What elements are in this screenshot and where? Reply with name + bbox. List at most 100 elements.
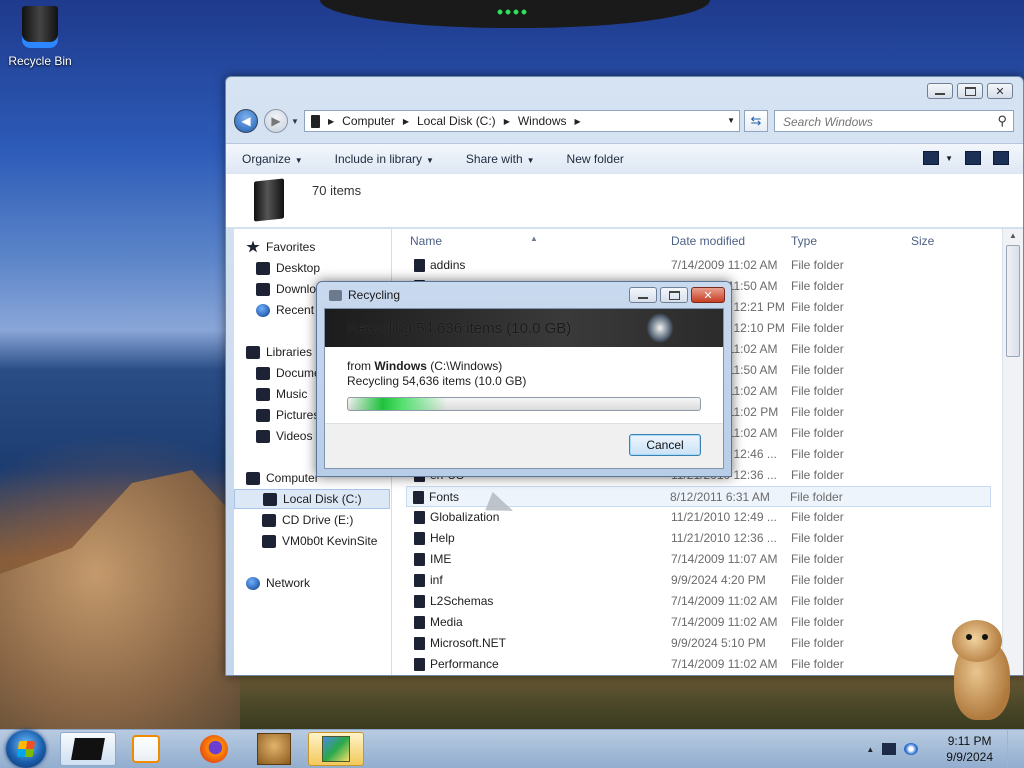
breadcrumb-separator-icon[interactable]: ▶ xyxy=(328,117,334,126)
search-box[interactable]: ⚲ xyxy=(774,110,1014,132)
change-view-icon[interactable] xyxy=(923,151,940,165)
taskbar-recycling-task[interactable] xyxy=(308,732,364,766)
hamster-mascot[interactable] xyxy=(946,620,1016,722)
breadcrumb-windows[interactable]: Windows xyxy=(518,114,567,128)
organize-menu[interactable]: Organize ▼ xyxy=(242,152,303,166)
taskbar-media-player[interactable] xyxy=(118,732,174,766)
dialog-minimize-button[interactable] xyxy=(629,287,657,303)
table-row[interactable]: IME 7/14/2009 11:07 AM File folder xyxy=(408,549,991,570)
nav-network-drive[interactable]: VM0b0t KevinSite xyxy=(262,531,377,551)
column-type[interactable]: Type xyxy=(791,234,817,248)
nav-network[interactable]: Network xyxy=(246,573,310,593)
chevron-down-icon: ▼ xyxy=(426,156,434,165)
dialog-maximize-button[interactable] xyxy=(660,287,688,303)
chevron-down-icon[interactable]: ▼ xyxy=(945,154,953,163)
pictures-icon xyxy=(256,408,270,422)
clock-time: 9:11 PM xyxy=(947,734,992,748)
network-drive-icon xyxy=(262,534,276,548)
address-bar[interactable]: ▶ Computer ▶ Local Disk (C:) ▶ Windows ▶… xyxy=(304,110,740,132)
nav-computer[interactable]: Computer xyxy=(246,468,319,488)
scrollbar-thumb[interactable] xyxy=(1006,245,1020,357)
cell-type: File folder xyxy=(791,615,844,629)
nav-vm-label: VM0b0t KevinSite xyxy=(282,534,378,548)
minimize-button[interactable] xyxy=(927,83,953,99)
breadcrumb-separator-icon[interactable]: ▶ xyxy=(403,117,409,126)
breadcrumb-separator-icon[interactable]: ▶ xyxy=(504,117,510,126)
sort-ascending-icon: ▲ xyxy=(530,234,538,243)
back-button[interactable]: ◀ xyxy=(234,109,258,133)
preview-pane-icon[interactable] xyxy=(965,151,981,165)
search-input[interactable] xyxy=(781,112,985,132)
dialog-footer: Cancel xyxy=(325,423,723,468)
nav-favorites[interactable]: Favorites xyxy=(246,237,315,257)
table-row[interactable]: Help 11/21/2010 12:36 ... File folder xyxy=(408,528,991,549)
cancel-button[interactable]: Cancel xyxy=(629,434,701,456)
nav-pictures-label: Pictures xyxy=(276,408,320,422)
cell-date: 7/14/2009 11:02 AM xyxy=(671,258,778,272)
folder-icon xyxy=(414,637,425,650)
table-row[interactable]: L2Schemas 7/14/2009 11:02 AM File folder xyxy=(408,591,991,612)
downloads-icon xyxy=(256,282,270,296)
nav-libraries-label: Libraries xyxy=(266,345,313,359)
recent-pages-dropdown[interactable]: ▼ xyxy=(291,117,299,126)
address-dropdown-icon[interactable]: ▼ xyxy=(727,116,735,125)
nav-network-label: Network xyxy=(266,576,311,590)
address-row: ◀ ▶ ▼ ▶ Computer ▶ Local Disk (C:) ▶ Win… xyxy=(234,109,1015,135)
desktop-icon-recycle-bin[interactable]: Recycle Bin xyxy=(4,4,76,68)
cell-type: File folder xyxy=(791,384,844,398)
table-row[interactable]: Performance 7/14/2009 11:02 AM File folder xyxy=(408,654,991,675)
table-row[interactable]: inf 9/9/2024 4:20 PM File folder xyxy=(408,570,991,591)
nav-cd-drive[interactable]: CD Drive (E:) xyxy=(262,510,353,530)
documents-icon xyxy=(256,366,270,380)
dialog-close-button[interactable] xyxy=(691,287,725,303)
dialog-source: from Windows (C:\Windows) xyxy=(347,359,502,373)
taskbar-bonzi-box[interactable] xyxy=(246,732,302,766)
new-folder-button[interactable]: New folder xyxy=(567,152,624,166)
cell-date: 9/9/2024 5:10 PM xyxy=(671,636,766,650)
scroll-up-icon[interactable]: ▲ xyxy=(1009,231,1017,240)
cell-date: 7/14/2009 11:02 AM xyxy=(671,657,778,671)
clock[interactable]: 9:11 PM 9/9/2024 xyxy=(946,733,993,765)
breadcrumb-computer[interactable]: Computer xyxy=(342,114,395,128)
close-button[interactable] xyxy=(987,83,1013,99)
taskbar-firefox[interactable] xyxy=(186,732,242,766)
include-in-library-menu[interactable]: Include in library ▼ xyxy=(335,152,434,166)
column-name[interactable]: Name xyxy=(410,234,442,248)
nav-libraries[interactable]: Libraries xyxy=(246,342,312,362)
breadcrumb-separator-icon[interactable]: ▶ xyxy=(575,117,581,126)
help-icon[interactable] xyxy=(993,151,1009,165)
table-row[interactable]: Microsoft.NET 9/9/2024 5:10 PM File folder xyxy=(408,633,991,654)
hamster-eye xyxy=(982,634,988,640)
column-size[interactable]: Size xyxy=(911,234,934,248)
taskbar-explorer[interactable] xyxy=(60,732,116,766)
maximize-button[interactable] xyxy=(957,83,983,99)
table-row[interactable]: addins 7/14/2009 11:02 AM File folder xyxy=(408,255,991,276)
show-hidden-icons-icon[interactable]: ▲ xyxy=(866,745,874,754)
item-count: 70 items xyxy=(312,183,362,198)
explorer-window-controls xyxy=(927,83,1013,99)
forward-button[interactable]: ▶ xyxy=(264,109,288,133)
refresh-button[interactable]: ⇆ xyxy=(744,110,768,132)
folder-icon xyxy=(414,553,425,566)
vertical-scrollbar[interactable]: ▲ xyxy=(1002,229,1023,675)
column-date-modified[interactable]: Date modified xyxy=(671,234,745,248)
hamster-box-icon xyxy=(257,733,291,765)
table-row[interactable]: Media 7/14/2009 11:02 AM File folder xyxy=(408,612,991,633)
network-tray-icon[interactable] xyxy=(882,743,897,755)
file-operation-icon xyxy=(322,736,350,762)
nav-desktop[interactable]: Desktop xyxy=(256,258,388,278)
column-headers: ▲ Name Date modified Type Size xyxy=(392,229,1003,253)
from-folder-name[interactable]: Windows xyxy=(374,359,427,373)
show-desktop-button[interactable] xyxy=(1007,730,1018,768)
cell-date: 7/14/2009 11:02 AM xyxy=(671,615,778,629)
folder-icon xyxy=(413,491,424,504)
share-with-menu[interactable]: Share with ▼ xyxy=(466,152,535,166)
breadcrumb-local-disk[interactable]: Local Disk (C:) xyxy=(417,114,496,128)
action-center-icon[interactable] xyxy=(904,743,919,755)
folder-icon xyxy=(414,511,425,524)
search-icon[interactable]: ⚲ xyxy=(997,113,1007,129)
nav-local-disk[interactable]: Local Disk (C:) xyxy=(234,489,390,509)
cell-type: File folder xyxy=(790,490,843,504)
start-button[interactable] xyxy=(6,730,46,768)
libraries-icon xyxy=(246,345,260,359)
